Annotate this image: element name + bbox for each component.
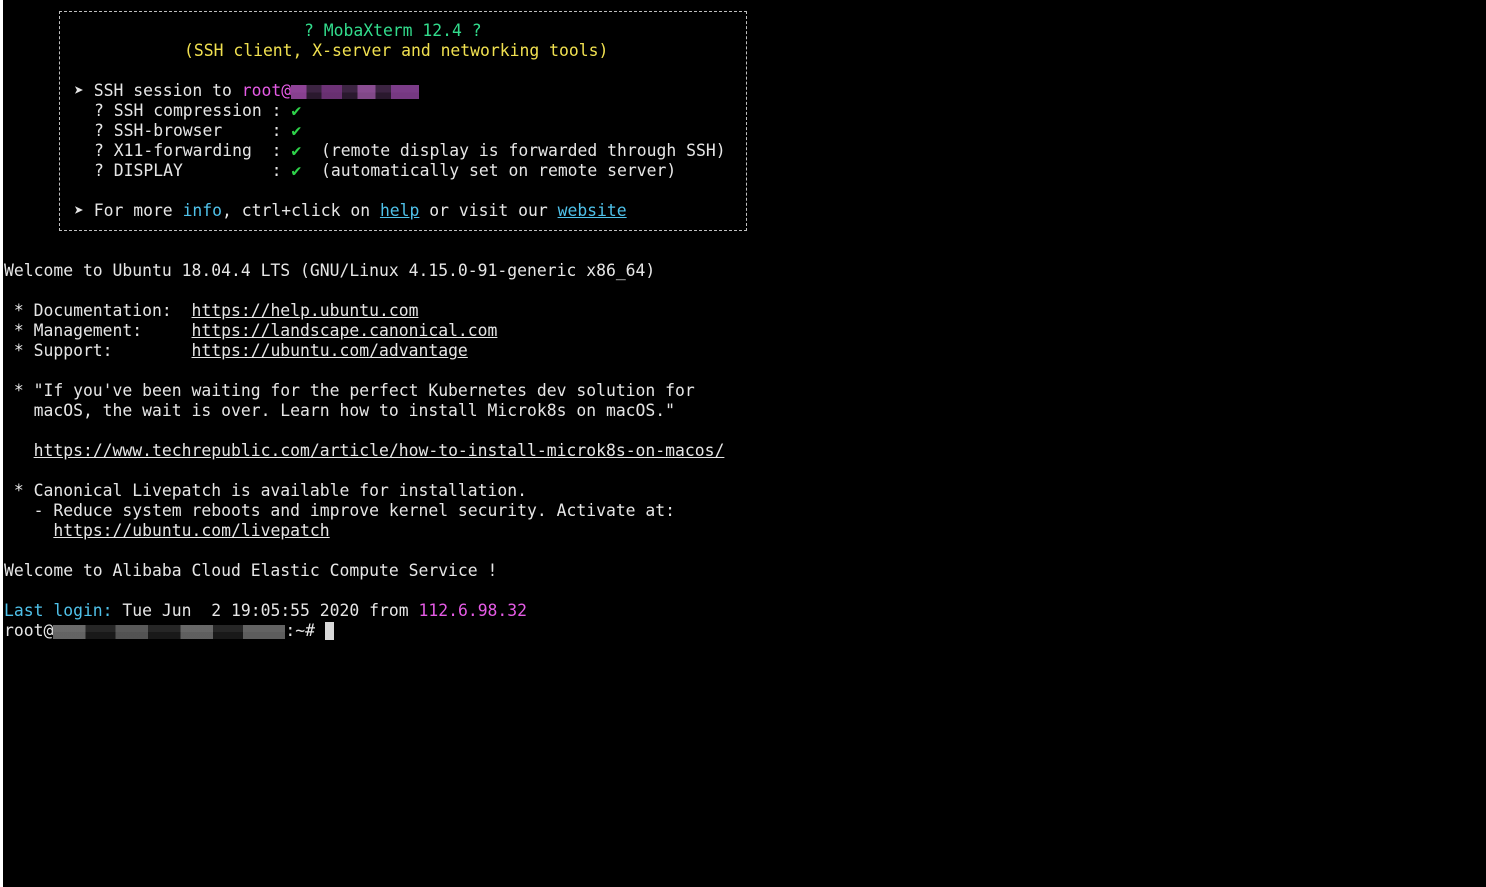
redacted-hostname: [291, 84, 420, 99]
more-mid: , ctrl+click on: [222, 201, 380, 220]
livepatch-url-line: https://ubuntu.com/livepatch: [4, 521, 329, 541]
option-label: ? SSH-browser :: [94, 121, 292, 140]
website-link[interactable]: website: [558, 201, 627, 220]
option-ssh-browser: ? SSH-browser : ✔: [94, 121, 301, 141]
check-icon: ✔: [291, 101, 302, 120]
banner-title: ? MobaXterm 12.4 ?: [304, 21, 482, 40]
last-login-label: Last login:: [4, 601, 113, 620]
help-link[interactable]: help: [380, 201, 419, 220]
prompt-suffix: :~#: [285, 621, 325, 640]
banner-subtitle: (SSH client, X-server and networking too…: [184, 41, 609, 60]
option-label: ? SSH compression :: [94, 101, 292, 120]
option-display: ? DISPLAY : ✔ (automatically set on remo…: [94, 161, 676, 181]
last-login-ip: 112.6.98.32: [418, 601, 528, 620]
news-link[interactable]: https://www.techrepublic.com/article/how…: [34, 441, 725, 460]
terminal-cursor: [324, 622, 334, 640]
shell-prompt[interactable]: root@ :~#: [4, 621, 334, 641]
management-link[interactable]: https://landscape.canonical.com: [192, 321, 498, 340]
option-label: ? X11-forwarding :: [94, 141, 292, 160]
doc-line: * Documentation: https://help.ubuntu.com: [4, 301, 419, 321]
management-line: * Management: https://landscape.canonica…: [4, 321, 498, 341]
last-login-line: Last login: Tue Jun 2 19:05:55 2020 from…: [4, 601, 527, 621]
livepatch-link[interactable]: https://ubuntu.com/livepatch: [53, 521, 329, 540]
check-icon: ✔: [291, 161, 302, 180]
livepatch-line-2: - Reduce system reboots and improve kern…: [4, 501, 676, 520]
news-line-2: macOS, the wait is over. Learn how to in…: [4, 401, 676, 420]
option-note: (automatically set on remote server): [301, 161, 677, 180]
management-label: * Management:: [4, 321, 192, 340]
more-prefix: ➤ For more: [74, 201, 183, 220]
session-prefix: ➤ SSH session to: [74, 81, 242, 100]
option-x11-forwarding: ? X11-forwarding : ✔ (remote display is …: [94, 141, 726, 161]
more-mid2: or visit our: [419, 201, 558, 220]
last-login-details: Tue Jun 2 19:05:55 2020 from: [112, 601, 419, 620]
option-label: ? DISPLAY :: [94, 161, 292, 180]
option-ssh-compression: ? SSH compression : ✔: [94, 101, 301, 121]
ssh-session-line: ➤ SSH session to root@: [74, 81, 420, 101]
doc-link[interactable]: https://help.ubuntu.com: [192, 301, 419, 320]
info-link[interactable]: info: [183, 201, 222, 220]
option-note: (remote display is forwarded through SSH…: [301, 141, 726, 160]
prompt-user: root@: [4, 621, 54, 640]
support-link[interactable]: https://ubuntu.com/advantage: [192, 341, 468, 360]
session-user: root@: [241, 81, 292, 100]
more-info-line: ➤ For more info, ctrl+click on help or v…: [74, 201, 627, 221]
terminal-window[interactable]: ? MobaXterm 12.4 ? (SSH client, X-server…: [3, 0, 1486, 887]
redacted-hostname: [53, 624, 286, 639]
ubuntu-welcome: Welcome to Ubuntu 18.04.4 LTS (GNU/Linux…: [4, 261, 656, 280]
livepatch-line-1: * Canonical Livepatch is available for i…: [4, 481, 528, 500]
check-icon: ✔: [291, 121, 302, 140]
support-label: * Support:: [4, 341, 192, 360]
news-line-1: * "If you've been waiting for the perfec…: [4, 381, 695, 400]
support-line: * Support: https://ubuntu.com/advantage: [4, 341, 468, 361]
doc-label: * Documentation:: [4, 301, 192, 320]
news-url-line: https://www.techrepublic.com/article/how…: [4, 441, 725, 461]
check-icon: ✔: [291, 141, 302, 160]
alibaba-welcome: Welcome to Alibaba Cloud Elastic Compute…: [4, 561, 498, 580]
